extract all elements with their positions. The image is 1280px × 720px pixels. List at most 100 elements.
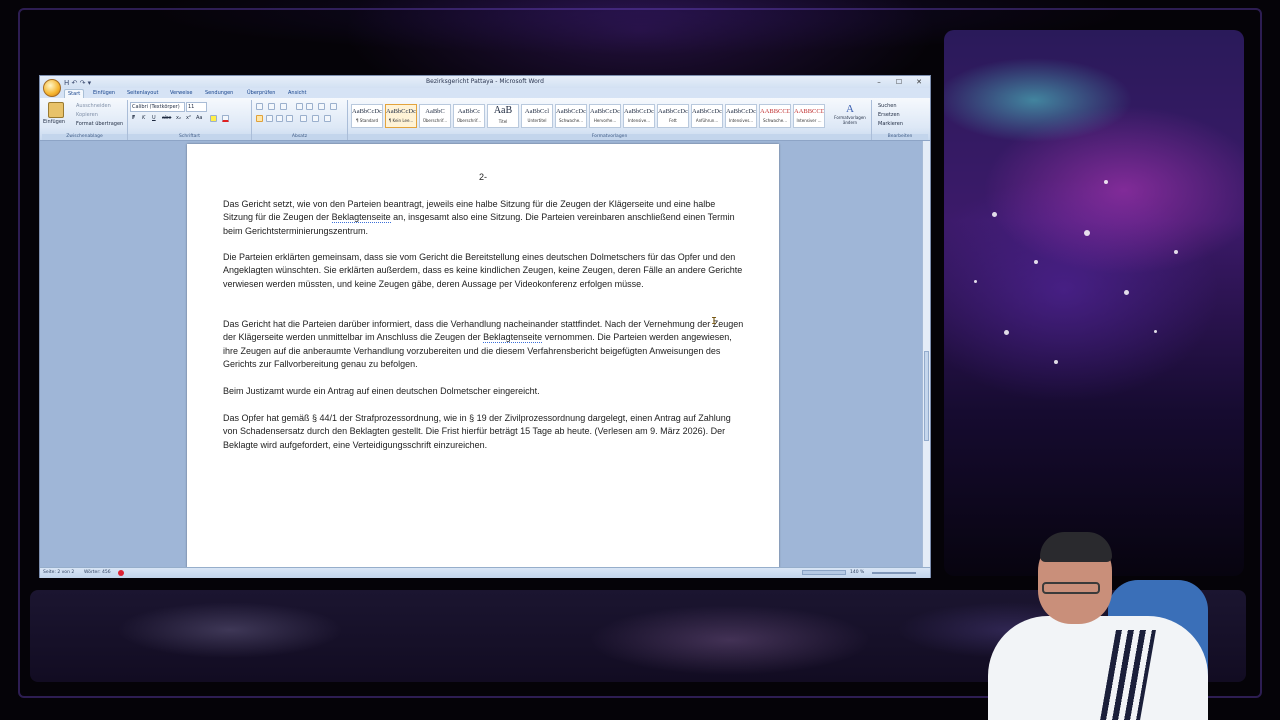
highlight-icon[interactable] <box>210 115 217 122</box>
change-styles-button[interactable]: A Formatvorlagen ändern <box>830 103 870 125</box>
style-item[interactable]: AaBbCcl Untertitel <box>521 104 553 128</box>
text-cursor-icon: I <box>711 316 718 327</box>
style-item[interactable]: AABBCCDC Intensiver ... <box>793 104 825 128</box>
style-name: ¶ Kein Lee... <box>388 118 414 123</box>
view-buttons[interactable] <box>802 570 846 575</box>
align-right-icon[interactable] <box>276 115 283 122</box>
shading-icon[interactable] <box>312 115 319 122</box>
clipboard-group-label: Zwischenablage <box>42 134 127 140</box>
minimize-button[interactable]: – <box>872 76 886 88</box>
style-item[interactable]: AaBbCcDc ¶ Standard <box>351 104 383 128</box>
show-marks-icon[interactable] <box>330 103 337 110</box>
style-sample: AaBbCcl <box>524 108 550 115</box>
style-name: Schwache... <box>558 118 583 123</box>
numbering-icon[interactable] <box>268 103 275 110</box>
underline-button[interactable]: U <box>152 115 156 121</box>
style-item[interactable]: AaB Titel <box>487 104 519 128</box>
paragraph-4: Beim Justizamt wurde ein Antrag auf eine… <box>223 386 540 396</box>
increase-indent-icon[interactable] <box>306 103 313 110</box>
tab-references[interactable]: Verweise <box>167 89 195 98</box>
tab-review[interactable]: Überprüfen <box>244 89 278 98</box>
style-item[interactable]: AaBbCcDc Schwache... <box>555 104 587 128</box>
tab-view[interactable]: Ansicht <box>285 89 309 98</box>
paste-button[interactable]: Einfügen <box>43 119 65 125</box>
style-sample: AaBbCcDc <box>590 108 620 115</box>
align-center-icon[interactable] <box>266 115 273 122</box>
style-item[interactable]: AaBbCcDc Hervorhe... <box>589 104 621 128</box>
close-button[interactable]: ✕ <box>912 76 926 88</box>
paragraph-group-label: Absatz <box>252 134 347 140</box>
paragraph-group: Absatz <box>252 100 348 140</box>
superscript-button[interactable]: x² <box>186 115 191 121</box>
format-painter-button[interactable]: Format übertragen <box>76 121 123 127</box>
proofing-icon[interactable] <box>118 570 124 576</box>
editing-group-label: Bearbeiten <box>872 134 928 140</box>
subscript-button[interactable]: x₂ <box>176 115 181 121</box>
style-sample: AaBbCcDc <box>352 108 382 115</box>
ribbon-tabs: Start Einfügen Seitenlayout Verweise Sen… <box>40 88 930 99</box>
font-name-field[interactable]: Calibri (Textkörper) <box>130 102 185 112</box>
strikethrough-button[interactable]: abe <box>162 115 171 121</box>
status-bar: Seite: 2 von 2 Wörter: 456 140 % <box>40 567 930 578</box>
scrollbar-thumb[interactable] <box>924 351 929 441</box>
maximize-button[interactable]: ☐ <box>892 76 906 88</box>
zoom-level[interactable]: 140 % <box>850 568 864 578</box>
font-color-icon[interactable] <box>222 115 229 122</box>
font-size-field[interactable]: 11 <box>186 102 207 112</box>
style-item[interactable]: AaBbCc Überschrif... <box>453 104 485 128</box>
italic-button[interactable]: K <box>142 115 145 121</box>
window-title: Bezirksgericht Pattaya - Microsoft Word <box>426 78 544 85</box>
sort-icon[interactable] <box>318 103 325 110</box>
decrease-indent-icon[interactable] <box>296 103 303 110</box>
bullets-icon[interactable] <box>256 103 263 110</box>
bold-button[interactable]: F <box>132 115 135 121</box>
align-left-icon[interactable] <box>256 115 263 122</box>
find-button[interactable]: Suchen <box>878 103 897 109</box>
change-styles-label: Formatvorlagen ändern <box>834 115 866 125</box>
style-item[interactable]: AaBbCcDc ¶ Kein Lee... <box>385 104 417 128</box>
change-styles-icon: A <box>846 103 854 115</box>
paste-icon[interactable] <box>48 102 64 118</box>
select-button[interactable]: Markieren <box>878 121 903 127</box>
style-sample: AaBbCcDc <box>556 108 586 115</box>
word-count[interactable]: Wörter: 456 <box>84 568 111 578</box>
style-name: Intensiver ... <box>796 118 822 123</box>
style-sample: AABBCCDC <box>794 108 825 115</box>
style-sample: AaBbCcDc <box>726 108 756 115</box>
webcam-overlay <box>958 520 1258 720</box>
style-sample: AaBbCcDc <box>692 108 722 115</box>
style-sample: AaBbCc <box>457 108 481 115</box>
copy-button[interactable]: Kopieren <box>76 112 98 118</box>
tab-mailings[interactable]: Sendungen <box>202 89 236 98</box>
word-window: Bezirksgericht Pattaya - Microsoft Word … <box>39 75 931 578</box>
style-name: Untertitel <box>527 118 547 123</box>
replace-button[interactable]: Ersetzen <box>878 112 900 118</box>
page-count[interactable]: Seite: 2 von 2 <box>43 568 74 578</box>
borders-icon[interactable] <box>324 115 331 122</box>
change-case-button[interactable]: Aa <box>196 115 202 121</box>
style-item[interactable]: AABBCCDC Schwache... <box>759 104 791 128</box>
style-sample: AaBbCcDc <box>658 108 688 115</box>
document-page[interactable]: 2- Das Gericht setzt, wie von den Partei… <box>187 144 779 568</box>
multilevel-list-icon[interactable] <box>280 103 287 110</box>
style-item[interactable]: AaBbCcDc Intensive... <box>623 104 655 128</box>
style-item[interactable]: AaBbCcDc Intensives... <box>725 104 757 128</box>
decorative-bokeh-panel <box>944 30 1244 576</box>
editing-group: Suchen Ersetzen Markieren Bearbeiten <box>872 100 928 140</box>
justify-icon[interactable] <box>286 115 293 122</box>
line-spacing-icon[interactable] <box>300 115 307 122</box>
cut-button[interactable]: Ausschneiden <box>76 103 111 109</box>
styles-group: AaBbCcDc ¶ Standard AaBbCcDc ¶ Kein Lee... A… <box>348 100 872 140</box>
style-name: Überschrif... <box>456 118 482 123</box>
zoom-slider[interactable] <box>872 572 916 574</box>
style-item[interactable]: AaBbCcDc Anführun... <box>691 104 723 128</box>
style-name: Hervorhe... <box>593 118 617 123</box>
style-item[interactable]: AaBbC Überschrif... <box>419 104 451 128</box>
style-item[interactable]: AaBbCcDc Fett <box>657 104 689 128</box>
office-button-icon[interactable] <box>43 79 61 97</box>
paragraph-1: Das Gericht setzt, wie von den Parteien … <box>223 199 735 236</box>
tab-insert[interactable]: Einfügen <box>90 89 118 98</box>
tab-page-layout[interactable]: Seitenlayout <box>124 89 161 98</box>
vertical-scrollbar[interactable] <box>922 141 930 567</box>
style-sample: AABBCCDC <box>760 108 791 115</box>
